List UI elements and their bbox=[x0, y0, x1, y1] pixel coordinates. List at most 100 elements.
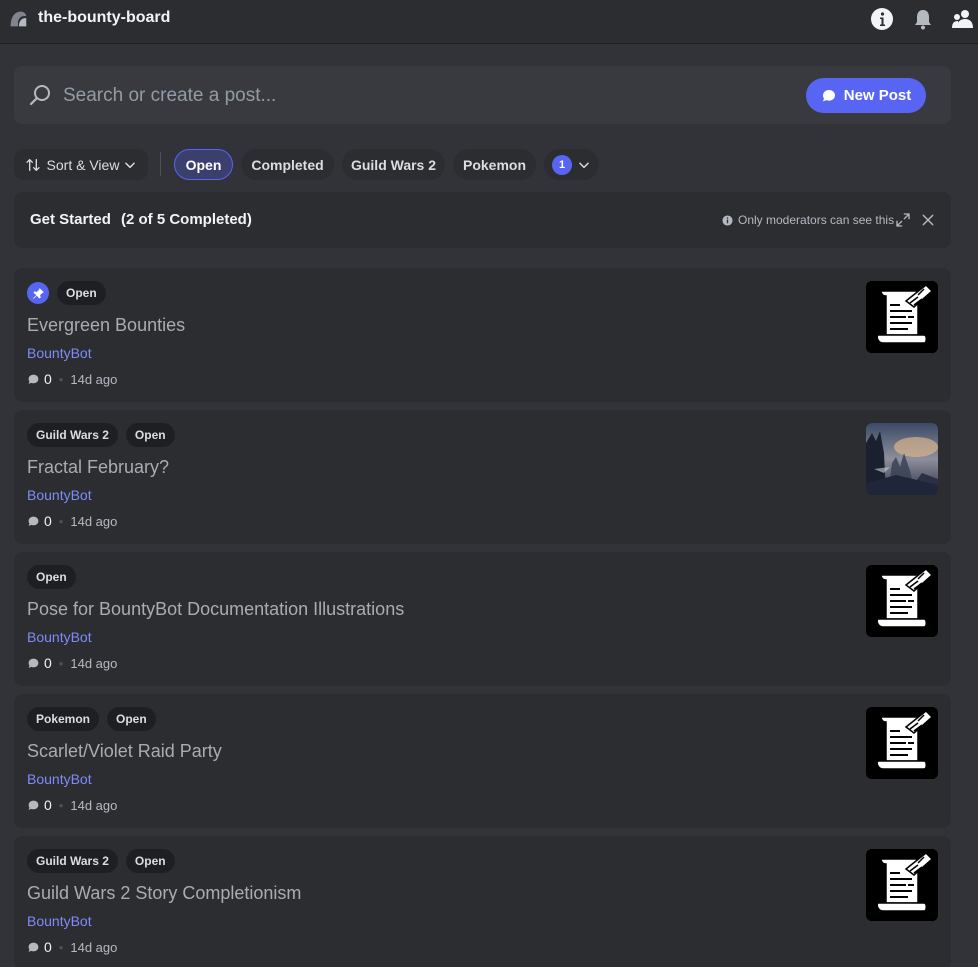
comment-count: 0 bbox=[44, 797, 52, 813]
tag-filter-label: Open bbox=[185, 156, 222, 173]
post-author[interactable]: BountyBot bbox=[27, 629, 92, 645]
post-tag: Open bbox=[107, 707, 156, 731]
get-started-banner[interactable]: Get Started (2 of 5 Completed) Only mode… bbox=[14, 192, 951, 248]
comment-count: 0 bbox=[44, 655, 52, 671]
post-time: 14d ago bbox=[70, 655, 118, 671]
post-tag: Open bbox=[125, 849, 175, 873]
post-tag: Guild Wars 2 bbox=[27, 849, 118, 873]
post-meta: 0 • 14d ago bbox=[27, 655, 117, 671]
close-icon[interactable] bbox=[920, 212, 936, 228]
post-tags: Open bbox=[27, 281, 114, 305]
post-thumbnail bbox=[866, 849, 938, 921]
moderator-note: Only moderators can see this bbox=[722, 213, 894, 227]
comment-icon bbox=[28, 942, 39, 952]
post-title: Scarlet/Violet Raid Party bbox=[27, 741, 222, 761]
post-thumbnail bbox=[866, 565, 938, 637]
meta-separator: • bbox=[58, 371, 64, 387]
info-icon bbox=[722, 214, 733, 226]
tag-filter-open[interactable]: Open bbox=[174, 149, 233, 180]
post-tag: Open bbox=[125, 423, 175, 447]
post-title: Fractal February? bbox=[27, 457, 170, 477]
sort-view-button[interactable]: Sort & View bbox=[14, 149, 148, 180]
comment-icon bbox=[28, 658, 39, 668]
post-time: 14d ago bbox=[70, 371, 118, 387]
post-tag: Open bbox=[57, 281, 106, 305]
meta-separator: • bbox=[58, 655, 64, 671]
comment-icon bbox=[28, 516, 39, 526]
comment-icon bbox=[28, 374, 39, 384]
get-started-title: Get Started bbox=[30, 211, 111, 228]
post-thumbnail bbox=[866, 707, 938, 779]
tag-filter-guild-wars-2[interactable]: Guild Wars 2 bbox=[342, 149, 445, 180]
meta-separator: • bbox=[58, 939, 64, 955]
channel-header: the-bounty-board bbox=[0, 0, 978, 44]
post-tag: Open bbox=[27, 565, 76, 589]
search-input[interactable]: Search or create a post... bbox=[63, 85, 276, 107]
chat-bubble-icon bbox=[822, 89, 835, 101]
new-post-label: New Post bbox=[843, 87, 912, 104]
tag-filter-label: Completed bbox=[251, 156, 324, 173]
scroll-quill-icon bbox=[866, 849, 938, 921]
chevron-down-icon bbox=[125, 162, 136, 168]
post-meta: 0 • 14d ago bbox=[27, 371, 117, 387]
post-tag: Pokemon bbox=[27, 707, 100, 731]
tag-filter-completed[interactable]: Completed bbox=[241, 149, 334, 180]
expand-icon[interactable] bbox=[895, 212, 911, 228]
post-card[interactable]: Open Evergreen Bounties BountyBot 0 • 14… bbox=[14, 268, 951, 402]
scroll-quill-icon bbox=[866, 565, 938, 637]
sort-view-label: Sort & View bbox=[46, 156, 120, 173]
scroll-quill-icon bbox=[866, 707, 938, 779]
comment-count: 0 bbox=[44, 371, 52, 387]
members-icon[interactable] bbox=[951, 7, 975, 31]
forum-icon bbox=[10, 11, 27, 27]
post-meta: 0 • 14d ago bbox=[27, 939, 117, 955]
search-icon bbox=[29, 85, 50, 106]
channel-name: the-bounty-board bbox=[38, 9, 171, 26]
new-post-button[interactable]: New Post bbox=[806, 78, 926, 113]
post-time: 14d ago bbox=[70, 939, 118, 955]
bell-icon[interactable] bbox=[911, 7, 935, 31]
filter-divider bbox=[160, 152, 161, 176]
post-thumbnail bbox=[866, 281, 938, 353]
tag-filter-dropdown[interactable]: 1 bbox=[544, 149, 599, 180]
search-bar[interactable]: Search or create a post... New Post bbox=[14, 66, 951, 124]
tag-filter-label: Guild Wars 2 bbox=[350, 156, 437, 173]
post-card[interactable]: Pokemon Open Scarlet/Violet Raid Party B… bbox=[14, 694, 951, 828]
post-tags: Pokemon Open bbox=[27, 707, 164, 731]
post-tag: Guild Wars 2 bbox=[27, 423, 118, 447]
post-author[interactable]: BountyBot bbox=[27, 913, 92, 929]
tag-filter-pokemon[interactable]: Pokemon bbox=[453, 149, 536, 180]
info-icon[interactable] bbox=[870, 7, 894, 31]
sort-icon bbox=[25, 158, 40, 171]
post-thumbnail bbox=[866, 423, 938, 495]
selected-tag-count: 1 bbox=[552, 154, 572, 175]
post-author[interactable]: BountyBot bbox=[27, 487, 92, 503]
meta-separator: • bbox=[58, 513, 64, 529]
post-tags: Open bbox=[27, 565, 84, 589]
tag-filter-label: Pokemon bbox=[462, 156, 526, 173]
landscape-image bbox=[866, 423, 938, 495]
post-author[interactable]: BountyBot bbox=[27, 345, 92, 361]
post-title: Evergreen Bounties bbox=[27, 315, 186, 335]
get-started-progress: (2 of 5 Completed) bbox=[121, 211, 252, 228]
post-meta: 0 • 14d ago bbox=[27, 797, 117, 813]
post-time: 14d ago bbox=[70, 797, 118, 813]
chevron-down-icon bbox=[579, 162, 589, 168]
comment-count: 0 bbox=[44, 513, 52, 529]
post-time: 14d ago bbox=[70, 513, 118, 529]
post-author[interactable]: BountyBot bbox=[27, 771, 92, 787]
post-card[interactable]: Guild Wars 2 Open Guild Wars 2 Story Com… bbox=[14, 836, 951, 967]
post-tags: Guild Wars 2 Open bbox=[27, 423, 183, 447]
comment-count: 0 bbox=[44, 939, 52, 955]
post-card[interactable]: Guild Wars 2 Open Fractal February? Boun… bbox=[14, 410, 951, 544]
post-meta: 0 • 14d ago bbox=[27, 513, 117, 529]
post-title: Guild Wars 2 Story Completionism bbox=[27, 883, 302, 903]
comment-icon bbox=[28, 800, 39, 810]
forum-main: Search or create a post... New Post Sort… bbox=[0, 44, 978, 967]
post-title: Pose for BountyBot Documentation Illustr… bbox=[27, 599, 405, 619]
pin-icon bbox=[27, 282, 49, 304]
meta-separator: • bbox=[58, 797, 64, 813]
post-card[interactable]: Open Pose for BountyBot Documentation Il… bbox=[14, 552, 951, 686]
moderator-note-text: Only moderators can see this bbox=[738, 213, 895, 227]
scroll-quill-icon bbox=[866, 281, 938, 353]
